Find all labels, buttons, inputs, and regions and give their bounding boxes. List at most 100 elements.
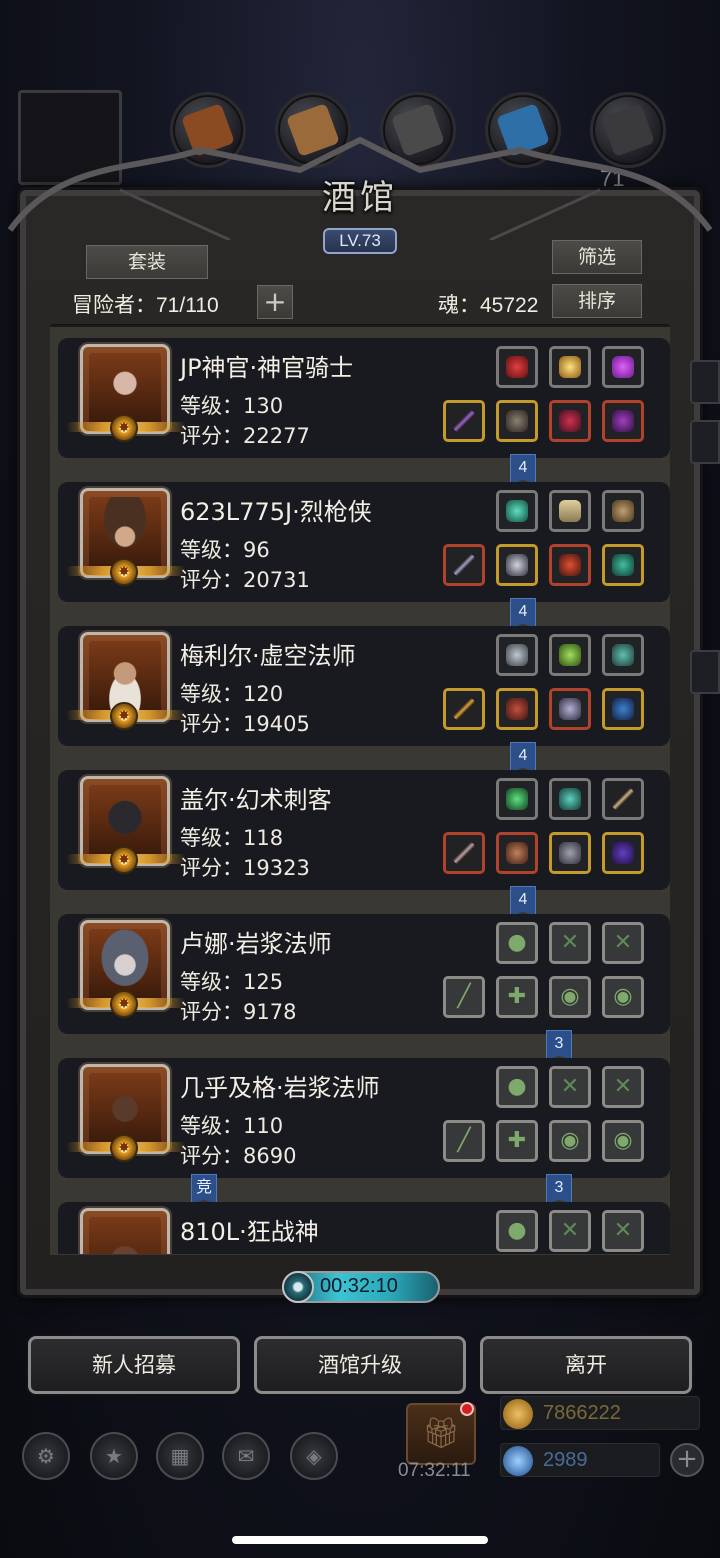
refresh-timer: 00:32:10 <box>282 1271 440 1303</box>
hero-score: 评分：19405 <box>180 712 310 736</box>
side-tab[interactable] <box>690 650 720 694</box>
link-badge: 3 <box>546 1030 572 1060</box>
equip-slot[interactable] <box>496 688 538 730</box>
home-indicator[interactable] <box>232 1536 488 1544</box>
hero-level: 等级：110 <box>180 1114 284 1138</box>
equip-slot[interactable] <box>602 346 644 388</box>
equip-slot[interactable] <box>496 634 538 676</box>
ring-icon: ◉ <box>560 1128 580 1153</box>
equip-slot[interactable] <box>549 490 591 532</box>
hero-name: JP神官·神官骑士 <box>180 354 354 382</box>
equip-slot[interactable] <box>602 400 644 442</box>
equip-slot[interactable] <box>602 544 644 586</box>
equip-slot[interactable] <box>443 832 485 874</box>
gem-amount: 2989 <box>543 1449 588 1471</box>
empty-equip-slot[interactable]: ✕ <box>549 922 591 964</box>
recruit-button[interactable]: 新人招募 <box>28 1336 240 1394</box>
crystal-resource-icon[interactable] <box>485 92 561 168</box>
equip-slot[interactable] <box>443 544 485 586</box>
equip-slot[interactable] <box>443 400 485 442</box>
equip-slot[interactable] <box>496 346 538 388</box>
link-badge: 4 <box>510 454 536 484</box>
empty-equip-slot[interactable]: ◉ <box>549 1120 591 1162</box>
empty-equip-slot[interactable]: ✚ <box>496 1120 538 1162</box>
gold-bar: 7866222 <box>500 1396 700 1430</box>
link-badge: 4 <box>510 742 536 772</box>
equip-slot[interactable] <box>549 832 591 874</box>
upgrade-tavern-button[interactable]: 酒馆升级 <box>254 1336 466 1394</box>
empty-equip-slot[interactable]: ✕ <box>602 922 644 964</box>
equip-slot[interactable] <box>496 400 538 442</box>
side-tab[interactable] <box>690 420 720 464</box>
star-icon[interactable]: ★ <box>90 1432 138 1480</box>
empty-equip-slot[interactable]: ✕ <box>549 1066 591 1108</box>
wood-resource-icon[interactable] <box>170 92 246 168</box>
empty-equip-slot[interactable]: ◉ <box>602 1120 644 1162</box>
equip-slot[interactable] <box>549 634 591 676</box>
hero-name: 623L775J·烈枪侠 <box>180 498 372 526</box>
equip-slot[interactable] <box>443 688 485 730</box>
side-tab[interactable] <box>690 360 720 404</box>
hero-card[interactable]: ✸ 卢娜·岩浆法师 等级：125 评分：9178 ● ✕ ✕ ╱ ✚ ◉ ◉ <box>58 914 670 1034</box>
hero-level: 等级：130 <box>180 394 284 418</box>
empty-equip-slot[interactable]: ╱ <box>443 1120 485 1162</box>
leave-button[interactable]: 离开 <box>480 1336 692 1394</box>
suit-button[interactable]: 套装 <box>86 245 208 279</box>
equip-slot[interactable] <box>549 400 591 442</box>
equip-slot[interactable] <box>602 634 644 676</box>
armor-icon: ✚ <box>507 1128 527 1153</box>
equip-slot[interactable] <box>602 688 644 730</box>
empty-equip-slot[interactable]: ✕ <box>602 1066 644 1108</box>
equip-slot[interactable] <box>496 544 538 586</box>
empty-equip-slot[interactable]: ✕ <box>602 1210 644 1252</box>
hero-card[interactable]: ✸ 623L775J·烈枪侠 等级：96 评分：20731 <box>58 482 670 602</box>
empty-equip-slot[interactable]: ◉ <box>549 976 591 1018</box>
mail-icon[interactable]: ✉ <box>222 1432 270 1480</box>
notification-dot <box>460 1402 474 1416</box>
stone-resource-icon[interactable] <box>590 92 666 168</box>
equip-slot[interactable] <box>602 832 644 874</box>
diamond-icon <box>503 1446 533 1476</box>
rank-star-icon: ✸ <box>110 558 138 586</box>
equip-slot[interactable] <box>549 778 591 820</box>
hero-card[interactable]: ✸ 几乎及格·岩浆法师 等级：110 评分：8690 ● ✕ ✕ ╱ ✚ ◉ ◉ <box>58 1058 670 1178</box>
equip-slot[interactable] <box>496 778 538 820</box>
empty-equip-slot[interactable]: ◉ <box>602 976 644 1018</box>
empty-equip-slot[interactable]: ● <box>496 1066 538 1108</box>
iron-resource-icon[interactable] <box>380 92 456 168</box>
clock-icon <box>282 1271 314 1303</box>
empty-equip-slot[interactable]: ✕ <box>549 1210 591 1252</box>
empty-equip-slot[interactable]: ● <box>496 922 538 964</box>
plank-resource-icon[interactable] <box>275 92 351 168</box>
cross-icon: ✕ <box>560 1074 580 1099</box>
book-icon[interactable]: ▦ <box>156 1432 204 1480</box>
equip-slot[interactable] <box>549 346 591 388</box>
hero-score: 评分：19323 <box>180 856 310 880</box>
equip-slot[interactable] <box>549 688 591 730</box>
hero-card[interactable]: ✸ 盖尔·幻术刺客 等级：118 评分：19323 <box>58 770 670 890</box>
equip-slot[interactable] <box>496 832 538 874</box>
cross-icon: ✕ <box>613 1218 633 1243</box>
title-plate: 酒馆 <box>290 170 430 230</box>
sort-button[interactable]: 排序 <box>552 284 642 318</box>
hero-card[interactable]: ✸ 梅利尔·虚空法师 等级：120 评分：19405 <box>58 626 670 746</box>
controller-icon[interactable]: ◈ <box>290 1432 338 1480</box>
gear-icon[interactable]: ⚙ <box>22 1432 70 1480</box>
add-capacity-button[interactable]: + <box>257 285 293 319</box>
hero-card[interactable]: ✸ JP神官·神官骑士 等级：130 评分：22277 <box>58 338 670 458</box>
empty-equip-slot[interactable]: ╱ <box>443 976 485 1018</box>
equip-slot[interactable] <box>549 544 591 586</box>
hero-portrait[interactable] <box>80 1208 170 1254</box>
equip-slot[interactable] <box>496 490 538 532</box>
equip-slot[interactable] <box>602 490 644 532</box>
add-currency-button[interactable]: + <box>670 1443 704 1477</box>
drop-icon: ● <box>507 930 527 955</box>
empty-equip-slot[interactable]: ✚ <box>496 976 538 1018</box>
equip-slot[interactable] <box>602 778 644 820</box>
filter-button[interactable]: 筛选 <box>552 240 642 274</box>
armor-icon: ✚ <box>507 984 527 1009</box>
hero-card-partial[interactable]: 810L·狂战神 ● ✕ ✕ <box>58 1202 670 1254</box>
link-badge: 4 <box>510 886 536 916</box>
empty-equip-slot[interactable]: ● <box>496 1210 538 1252</box>
top-portrait-slot[interactable] <box>18 90 122 185</box>
